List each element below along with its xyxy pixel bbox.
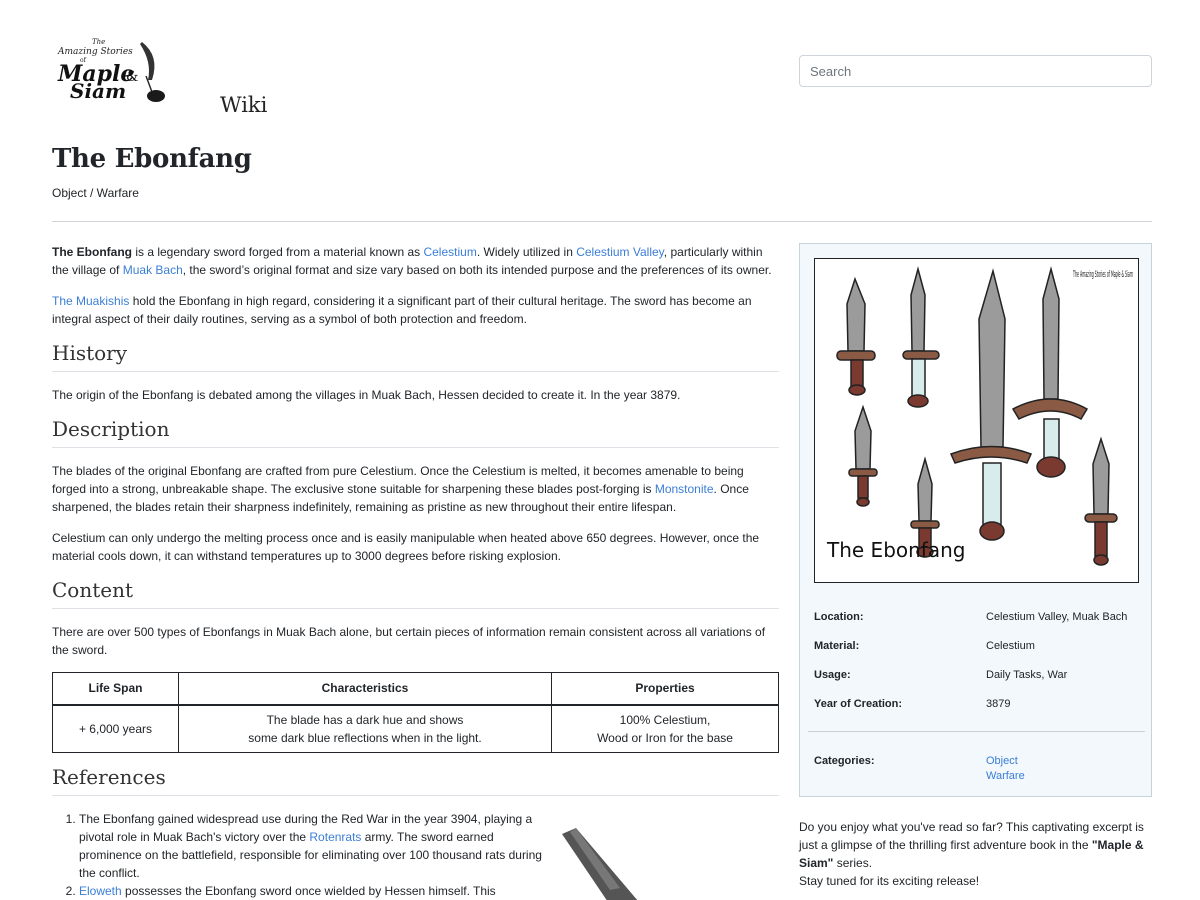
list-item: The Ebonfang gained widespread use durin… [79, 810, 549, 882]
header-characteristics: Characteristics [178, 672, 552, 706]
cell-properties: 100% Celestium, Wood or Iron for the bas… [551, 704, 779, 753]
categories-label: Categories: [814, 755, 875, 767]
header-properties: Properties [551, 672, 779, 706]
cell-line: some dark blue reflections when in the l… [248, 730, 482, 745]
intro-text: is a legendary sword forged from a mater… [132, 245, 424, 259]
intro-text: , the sword’s original format and size v… [182, 263, 772, 277]
header-life-span: Life Span [52, 672, 179, 706]
history-text: The origin of the Ebonfang is debated am… [52, 388, 681, 402]
article-body: The Ebonfang is a legendary sword forged… [52, 243, 779, 900]
material-value: Celestium [986, 640, 1035, 652]
cell-life-span: + 6,000 years [52, 704, 179, 753]
intro-bold: The Ebonfang [52, 245, 132, 259]
link-eloweth[interactable]: Eloweth [79, 884, 122, 898]
svg-text:&: & [126, 69, 138, 85]
usage-label: Usage: [814, 669, 851, 681]
cell-line: 100% Celestium, [619, 712, 711, 727]
illustration-logo: The Amazing Stories of Maple & Siam [1073, 270, 1133, 280]
category-link-object[interactable]: Object [986, 755, 1018, 767]
infobox-divider [808, 731, 1145, 732]
link-monstonite[interactable]: Monstonite [655, 482, 714, 496]
ebonfang-illustration: The Ebonfang The Amazing Stories of Mapl… [826, 266, 1133, 566]
history-heading: History [52, 341, 779, 372]
table-row: + 6,000 years The blade has a dark hue a… [52, 704, 779, 753]
description-heading: Description [52, 417, 779, 448]
svg-text:The: The [92, 38, 105, 46]
references-list: The Ebonfang gained widespread use durin… [79, 810, 549, 900]
site-logo[interactable]: The Amazing Stories of Maple & Siam Wiki [56, 36, 267, 117]
infobox: The Ebonfang The Amazing Stories of Mapl… [799, 243, 1152, 797]
category-link-warfare[interactable]: Warfare [986, 770, 1025, 782]
link-celestium-valley[interactable]: Celestium Valley [576, 245, 664, 259]
logo-mark: The Amazing Stories of Maple & Siam [57, 38, 165, 103]
svg-text:Siam: Siam [70, 79, 126, 103]
list-item: Eloweth possesses the Ebonfang sword onc… [79, 882, 549, 900]
sword-photo[interactable] [560, 828, 660, 900]
description-paragraph-1: The blades of the original Ebonfang are … [52, 462, 779, 516]
wiki-label: Wiki [220, 93, 268, 117]
content-text: There are over 500 types of Ebonfangs in… [52, 625, 766, 657]
intro-paragraph-1: The Ebonfang is a legendary sword forged… [52, 243, 779, 279]
references-heading: References [52, 765, 779, 796]
cell-characteristics: The blade has a dark hue and shows some … [178, 704, 552, 753]
page-title: The Ebonfang [52, 144, 252, 174]
link-rotenrats[interactable]: Rotenrats [309, 830, 361, 844]
link-muakishis[interactable]: The Muakishis [52, 294, 129, 308]
content-heading: Content [52, 578, 779, 609]
year-label: Year of Creation: [814, 698, 903, 710]
link-celestium[interactable]: Celestium [423, 245, 476, 259]
illustration-caption: The Ebonfang [826, 538, 965, 562]
location-label: Location: [814, 611, 864, 623]
title-divider [52, 221, 1152, 222]
material-label: Material: [814, 640, 860, 652]
spec-table: Life Span Characteristics Properties + 6… [52, 672, 779, 753]
description-text: The blades of the original Ebonfang are … [52, 464, 744, 496]
intro-text: hold the Ebonfang in high regard, consid… [52, 294, 752, 326]
year-value: 3879 [986, 698, 1011, 710]
description-paragraph-2: Celestium can only undergo the melting p… [52, 531, 760, 563]
intro-paragraph-2: The Muakishis hold the Ebonfang in high … [52, 292, 779, 328]
ref-text: possesses the Ebonfang sword once wielde… [121, 884, 496, 898]
svg-text:Amazing Stories: Amazing Stories [57, 47, 133, 57]
infobox-image[interactable]: The Ebonfang The Amazing Stories of Mapl… [814, 258, 1139, 583]
table-header-row: Life Span Characteristics Properties [52, 672, 779, 706]
usage-value: Daily Tasks, War [986, 669, 1068, 681]
promo-line: series. [833, 856, 873, 870]
link-muak-bach[interactable]: Muak Bach [123, 263, 183, 277]
intro-text: . Widely utilized in [476, 245, 577, 259]
promo-text: Do you enjoy what you've read so far? Th… [799, 818, 1154, 890]
cell-line: Wood or Iron for the base [597, 730, 733, 745]
cell-line: The blade has a dark hue and shows [266, 712, 464, 727]
search-input[interactable] [799, 55, 1152, 87]
promo-line: Stay tuned for its exciting release! [799, 874, 980, 888]
breadcrumb: Object / Warfare [52, 186, 139, 200]
location-value: Celestium Valley, Muak Bach [986, 611, 1128, 623]
